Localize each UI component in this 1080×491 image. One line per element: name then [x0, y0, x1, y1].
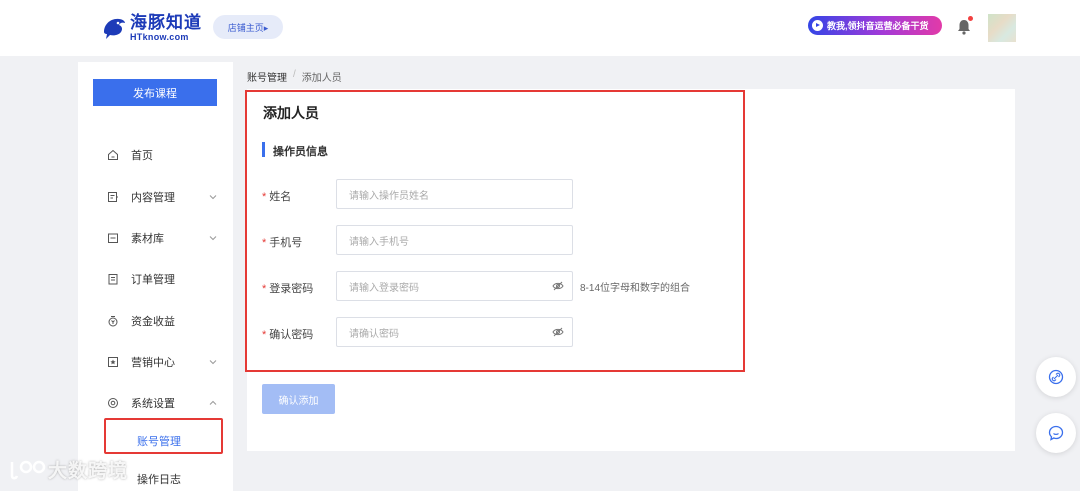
breadcrumb-current: 添加人员 [301, 73, 342, 84]
play-icon [812, 20, 823, 31]
star-icon [108, 357, 118, 367]
eye-off-icon[interactable] [552, 281, 564, 291]
phone-input[interactable]: 请输入手机号 [336, 225, 573, 255]
breadcrumb: 账号管理 / 添加人员 [247, 69, 342, 84]
confirm-password-placeholder: 请确认密码 [349, 328, 399, 340]
chevron-down-icon [209, 195, 217, 200]
logo-text-cn: 海豚知道 [130, 13, 202, 32]
notification-dot [968, 16, 973, 21]
sidebar-item-label: 内容管理 [131, 192, 175, 204]
gear-icon [108, 398, 118, 408]
phone-label: * 手机号 [262, 237, 303, 249]
top-header: 海豚知道 HTknow.com 店铺主页▸ 教我,领抖音运营必备干货 [0, 0, 1080, 56]
confirm-password-label: * 确认密码 [262, 329, 314, 341]
sidebar-item-label: 资金收益 [131, 316, 175, 328]
watermark-text: 大数跨境 [48, 461, 129, 482]
money-icon [108, 316, 118, 327]
order-icon [108, 274, 118, 285]
sidebar-item-orders[interactable]: 订单管理 [78, 269, 233, 289]
confirm-add-button[interactable]: 确认添加 [262, 384, 335, 414]
chat-float-button[interactable] [1036, 413, 1076, 453]
sidebar-item-label: 首页 [131, 150, 153, 162]
publish-course-button[interactable]: 发布课程 [93, 79, 217, 106]
folder-icon [108, 233, 118, 243]
section-accent-bar [262, 142, 265, 157]
logo-text-en: HTknow.com [130, 32, 189, 42]
password-placeholder: 请输入登录密码 [349, 282, 419, 294]
name-input[interactable]: 请输入操作员姓名 [336, 179, 573, 209]
eye-off-icon[interactable] [552, 327, 564, 337]
logo[interactable]: 海豚知道 HTknow.com [101, 14, 202, 42]
bell-icon[interactable] [957, 19, 971, 35]
sidebar-item-settings[interactable]: 系统设置 [78, 393, 233, 413]
avatar[interactable] [988, 14, 1016, 42]
sidebar-item-label: 订单管理 [131, 274, 175, 286]
page-title: 添加人员 [263, 105, 319, 121]
sidebar-item-label: 系统设置 [131, 398, 175, 410]
sidebar-subitem-logs[interactable]: 操作日志 [137, 471, 181, 487]
promo-banner[interactable]: 教我,领抖音运营必备干货 [808, 16, 942, 35]
content-icon [108, 192, 118, 202]
confirm-password-input[interactable]: 请确认密码 [336, 317, 573, 347]
chevron-down-icon [209, 236, 217, 241]
watermark-logo-icon [10, 460, 46, 479]
watermark: 大数跨境 [8, 456, 128, 483]
link-icon [1048, 369, 1064, 385]
sidebar-item-label: 营销中心 [131, 357, 175, 369]
dolphin-logo-icon [104, 18, 125, 39]
chat-icon [1048, 425, 1064, 441]
sidebar-item-home[interactable]: 首页 [78, 145, 233, 165]
sidebar-item-materials[interactable]: 素材库 [78, 228, 233, 248]
chevron-up-icon [209, 400, 217, 405]
home-icon [108, 149, 118, 160]
sidebar: 发布课程 首页 内容管理 素材库 订单管理 资金收益 营销中心 系统设置 账号管… [78, 62, 233, 491]
sidebar-subitem-accounts[interactable]: 账号管理 [137, 433, 181, 449]
promo-text: 教我,领抖音运营必备干货 [827, 21, 929, 31]
sidebar-item-label: 素材库 [131, 233, 164, 245]
password-input[interactable]: 请输入登录密码 [336, 271, 573, 301]
shop-home-button[interactable]: 店铺主页▸ [213, 15, 283, 39]
chevron-down-icon [209, 360, 217, 365]
name-label: * 姓名 [262, 191, 292, 203]
sidebar-item-content[interactable]: 内容管理 [78, 187, 233, 207]
sidebar-item-marketing[interactable]: 营销中心 [78, 352, 233, 372]
breadcrumb-separator: / [293, 69, 296, 80]
breadcrumb-parent[interactable]: 账号管理 [247, 69, 287, 84]
password-label: * 登录密码 [262, 283, 314, 295]
section-title: 操作员信息 [273, 146, 328, 158]
password-hint: 8-14位字母和数字的组合 [580, 283, 691, 294]
sidebar-item-revenue[interactable]: 资金收益 [78, 311, 233, 331]
link-float-button[interactable] [1036, 357, 1076, 397]
